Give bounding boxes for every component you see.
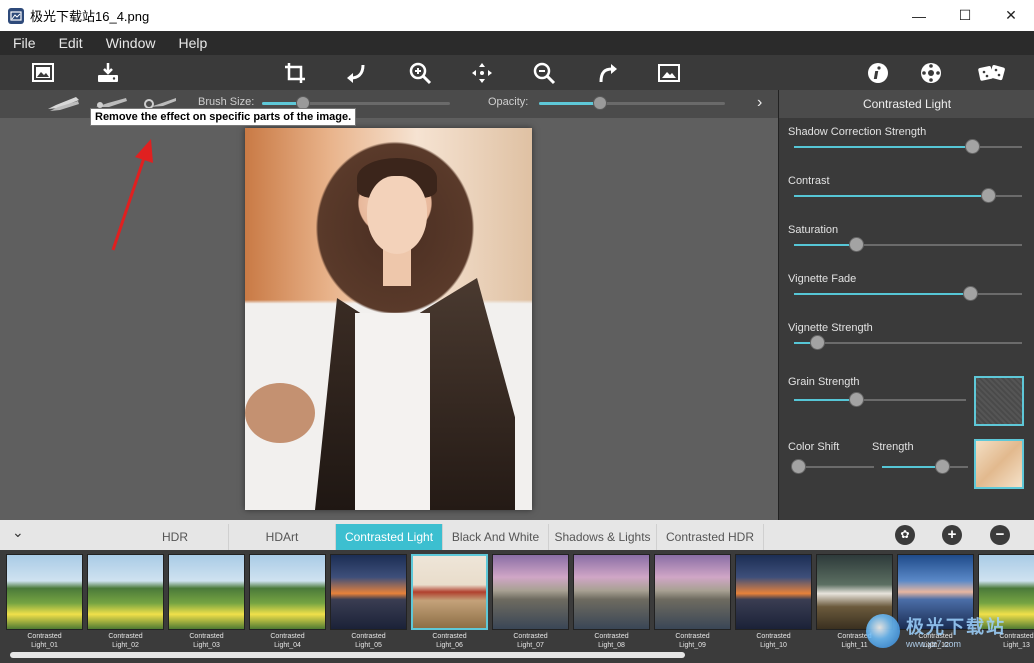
saturation-label: Saturation (788, 224, 839, 236)
palette-icon[interactable]: ✿ (895, 525, 915, 545)
close-button[interactable]: ✕ (988, 0, 1034, 31)
chevron-down-icon[interactable]: ⌄ (12, 524, 24, 541)
shadow-correction-slider[interactable] (794, 139, 1022, 154)
effect-settings-panel: Contrasted Light Shadow Correction Stren… (778, 90, 1034, 520)
contrast-label: Contrast (788, 175, 830, 187)
vignette-fade-label: Vignette Fade (788, 273, 857, 285)
vignette-strength-label: Vignette Strength (788, 322, 873, 334)
rotate-right-icon[interactable] (593, 59, 621, 87)
tab-black-and-white[interactable]: Black And White (443, 524, 549, 550)
preset-thumb[interactable]: Contrasted Light_08 (573, 554, 650, 650)
shadow-correction-label: Shadow Correction Strength (788, 126, 927, 138)
brush-erase-icon[interactable] (46, 95, 82, 113)
preset-thumb-selected[interactable]: Contrasted Light_06 (411, 554, 488, 650)
photo-preview[interactable] (245, 128, 532, 510)
opacity-label: Opacity: (488, 96, 529, 108)
preset-thumb[interactable]: Contrasted Light_01 (6, 554, 83, 650)
brush-size-slider[interactable] (262, 96, 450, 110)
watermark-icon (866, 614, 900, 648)
app-icon (8, 7, 24, 24)
main-toolbar (0, 55, 1034, 90)
minimize-button[interactable]: — (896, 0, 942, 31)
menu-edit[interactable]: Edit (59, 35, 83, 51)
chevron-right-icon[interactable]: › (757, 94, 762, 112)
title-bar: 极光下载站16_4.png — ☐ ✕ (0, 0, 1034, 31)
tooltip: Remove the effect on specific parts of t… (90, 108, 357, 126)
opacity-slider[interactable] (539, 96, 725, 110)
vignette-strength-slider[interactable] (794, 335, 1022, 350)
preset-thumb[interactable]: Contrasted Light_05 (330, 554, 407, 650)
preset-thumb[interactable]: Contrasted Light_02 (87, 554, 164, 650)
crop-icon[interactable] (281, 59, 309, 87)
tab-hdr[interactable]: HDR (122, 524, 229, 550)
info-icon[interactable] (864, 59, 892, 87)
strength-label: Strength (872, 441, 914, 453)
fit-image-icon[interactable] (655, 59, 683, 87)
preset-thumb[interactable]: Contrasted Light_04 (249, 554, 326, 650)
menu-window[interactable]: Window (106, 35, 156, 51)
random-dice-icon[interactable] (976, 59, 1008, 87)
color-shift-slider[interactable] (791, 459, 874, 474)
tab-contrasted-hdr[interactable]: Contrasted HDR (657, 524, 764, 550)
watermark-logo: 极光下载站 www.xz7.com (866, 607, 1026, 655)
remove-preset-icon[interactable]: − (990, 525, 1010, 545)
preset-thumb[interactable]: Contrasted Light_10 (735, 554, 812, 650)
rotate-left-icon[interactable] (343, 59, 371, 87)
preset-thumb[interactable]: Contrasted Light_03 (168, 554, 245, 650)
menu-file[interactable]: File (13, 35, 36, 51)
strength-slider[interactable] (882, 459, 968, 474)
open-image-icon[interactable] (29, 59, 57, 87)
menu-help[interactable]: Help (178, 35, 207, 51)
effect-title: Contrasted Light (779, 90, 1034, 118)
tab-contrasted-light[interactable]: Contrasted Light (336, 524, 443, 550)
preset-thumb[interactable]: Contrasted Light_09 (654, 554, 731, 650)
color-shift-label: Color Shift (788, 441, 840, 453)
tab-hdart[interactable]: HDArt (229, 524, 336, 550)
zoom-out-icon[interactable] (530, 59, 558, 87)
settings-icon[interactable] (917, 59, 945, 87)
saturation-slider[interactable] (794, 237, 1022, 252)
pan-move-icon[interactable] (468, 59, 496, 87)
save-image-icon[interactable] (94, 59, 122, 87)
zoom-in-icon[interactable] (406, 59, 434, 87)
window-title: 极光下载站16_4.png (30, 9, 150, 24)
menu-bar: File Edit Window Help (0, 31, 1034, 55)
grain-strength-slider[interactable] (794, 392, 966, 407)
annotation-arrow-icon (111, 139, 153, 251)
grain-strength-label: Grain Strength (788, 376, 860, 388)
horizontal-scrollbar[interactable] (10, 652, 685, 658)
watermark-url: www.xz7.com (906, 639, 962, 649)
category-bar: ⌄ HDR HDArt Contrasted Light Black And W… (0, 520, 1034, 550)
preset-thumb[interactable]: Contrasted Light_07 (492, 554, 569, 650)
grain-texture-swatch[interactable] (974, 376, 1024, 426)
tab-shadows-lights[interactable]: Shadows & Lights (549, 524, 657, 550)
brush-size-label: Brush Size: (198, 96, 255, 108)
add-preset-icon[interactable]: + (942, 525, 962, 545)
contrast-slider[interactable] (794, 188, 1022, 203)
maximize-button[interactable]: ☐ (942, 0, 988, 31)
vignette-fade-slider[interactable] (794, 286, 1022, 301)
color-texture-swatch[interactable] (974, 439, 1024, 489)
watermark-text: 极光下载站 (906, 617, 1006, 637)
